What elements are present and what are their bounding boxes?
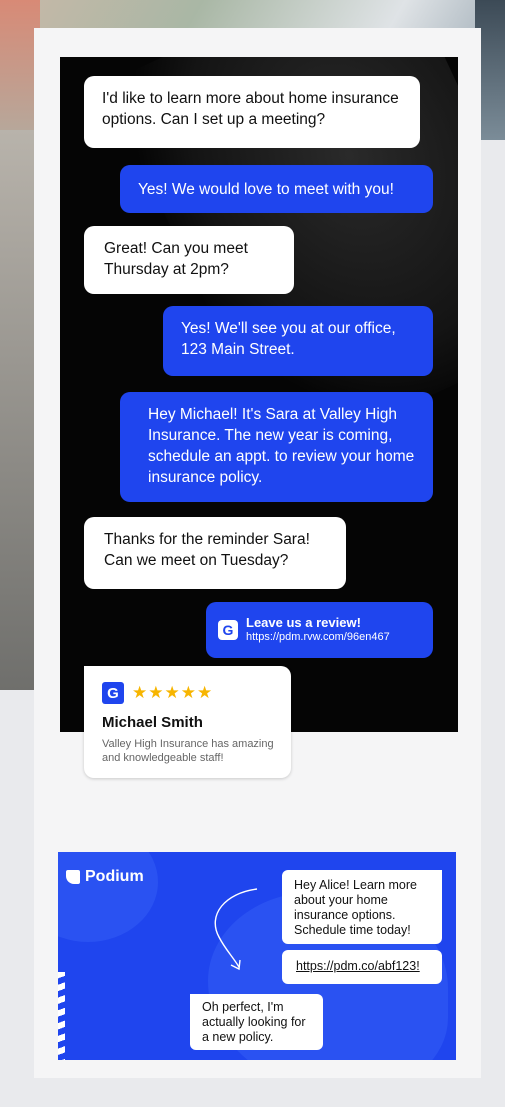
review-link-title: Leave us a review!: [246, 615, 361, 630]
background-strip-left: [0, 130, 35, 690]
review-card: G ★★★★★ Michael Smith Valley High Insura…: [84, 666, 291, 778]
message-bubble-incoming: Great! Can you meet Thursday at 2pm?: [84, 226, 294, 294]
podium-logo-text: Podium: [85, 868, 144, 885]
podium-logo-icon: [66, 870, 80, 884]
podium-message-bubble: Hey Alice! Learn more about your home in…: [282, 870, 442, 944]
podium-reply-bubble: Oh perfect, I'm actually looking for a n…: [190, 994, 323, 1050]
google-icon: G: [218, 620, 238, 640]
reviewer-name: Michael Smith: [102, 714, 203, 731]
decorative-stripes: [58, 972, 65, 1060]
message-bubble-outgoing: Yes! We would love to meet with you!: [120, 165, 433, 213]
google-icon: G: [102, 682, 124, 704]
podium-link-bubble[interactable]: https://pdm.co/abf123!: [282, 950, 442, 984]
message-bubble-incoming: Thanks for the reminder Sara! Can we mee…: [84, 517, 346, 589]
podium-logo: Podium: [66, 868, 144, 886]
message-bubble-incoming: I'd like to learn more about home insura…: [84, 76, 420, 148]
message-bubble-outgoing: Hey Michael! It's Sara at Valley High In…: [120, 392, 433, 502]
decorative-blob: [58, 852, 158, 942]
review-link-bubble[interactable]: G Leave us a review! https://pdm.rvw.com…: [206, 602, 433, 658]
review-text: Valley High Insurance has amazing and kn…: [102, 738, 274, 764]
star-rating: ★★★★★: [132, 683, 214, 702]
message-bubble-outgoing: Yes! We'll see you at our office, 123 Ma…: [163, 306, 433, 376]
curved-arrow-icon: [214, 888, 258, 971]
review-link-url[interactable]: https://pdm.rvw.com/96en467: [246, 630, 390, 645]
